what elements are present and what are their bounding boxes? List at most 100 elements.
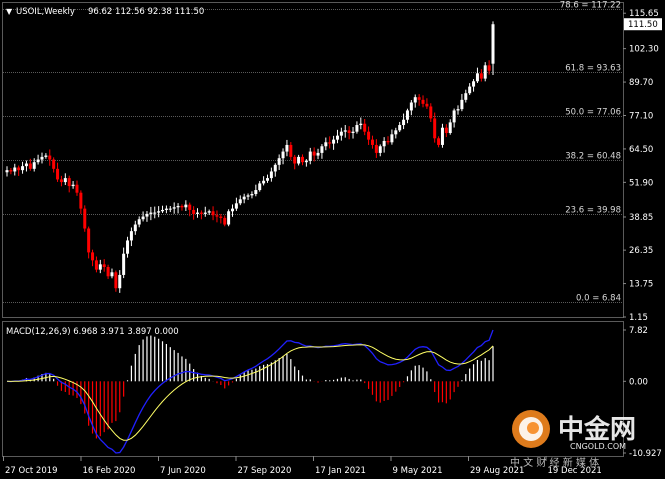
price-tick-label: 64.50 [629, 145, 653, 155]
candle-body [13, 167, 17, 172]
candle-body [355, 125, 359, 132]
candle-body [98, 264, 102, 270]
candle-body [487, 65, 491, 71]
candle-body [118, 274, 122, 289]
candle-body [63, 178, 67, 183]
candle-body [246, 195, 250, 197]
candle-body [5, 170, 9, 173]
candle-body [238, 199, 242, 204]
candle-body [129, 231, 133, 241]
candle-body [110, 272, 114, 277]
macd-line [6, 329, 494, 454]
candle-body [297, 156, 301, 164]
candle-body [417, 97, 421, 100]
candle-body [316, 152, 320, 156]
candle-body [464, 93, 468, 100]
macd-tick-label: 0.00 [629, 377, 648, 387]
fib-level-label: 50.0 = 77.06 [565, 108, 621, 118]
candle-body [133, 224, 137, 232]
time-tick-label: 16 Feb 2020 [83, 466, 136, 476]
time-tick-label: 9 May 2021 [393, 466, 443, 476]
candle-body [351, 131, 355, 134]
candle-body [281, 151, 285, 159]
candle-body [468, 86, 472, 94]
candle-body [398, 125, 402, 131]
price-tick-label: 26.35 [629, 246, 653, 256]
candle-body [172, 207, 176, 209]
candle-body [456, 109, 460, 111]
candle-body [106, 266, 110, 277]
candle-body [405, 110, 409, 120]
price-axis: 115.65 102.30 89.70 77.10 64.50 51.90 38.85 26.… [623, 9, 662, 323]
fib-level-label: 78.6 = 117.22 [560, 1, 621, 11]
candle-body [126, 240, 130, 254]
candle-body [285, 144, 289, 152]
candle-body [168, 208, 172, 210]
candle-body [32, 162, 36, 169]
candle-body [75, 184, 79, 193]
candle-body [440, 127, 444, 145]
candle-body [475, 73, 479, 82]
candle-body [437, 138, 441, 145]
candle-body [359, 123, 363, 126]
candle-body [164, 208, 168, 210]
candle-body [425, 103, 429, 107]
candle-body [269, 171, 273, 179]
candle-body [157, 211, 161, 213]
candle-body [17, 167, 21, 171]
candle-body [483, 65, 487, 79]
price-tick-label: 115.65 [629, 9, 659, 19]
watermark: 中金网 CNGOLD.COM 中 文 财 经 新 媒 体 [504, 402, 664, 472]
candle-body [56, 168, 60, 180]
candle-body [382, 140, 386, 147]
candle-body [293, 156, 297, 164]
candle-body [48, 155, 52, 160]
candle-body [219, 216, 223, 218]
candle-body [24, 163, 28, 167]
candle-body [9, 170, 13, 172]
price-tick-label: 38.85 [629, 213, 653, 223]
price-tick-label: 102.30 [629, 45, 659, 55]
candle-body [433, 118, 437, 139]
fib-level-label: 61.8 = 93.63 [565, 64, 621, 74]
macd-tick-label: 7.82 [629, 326, 648, 336]
candle-body [472, 81, 476, 87]
candle-body [413, 97, 417, 103]
candle-body [265, 178, 269, 181]
candle-body [386, 140, 390, 143]
candle-body [21, 166, 25, 171]
price-tick-label: 89.70 [629, 78, 653, 88]
candle-body [94, 260, 98, 270]
candle-body [402, 119, 406, 126]
candle-body [102, 264, 106, 267]
candle-body [207, 211, 211, 213]
candle-body [137, 219, 141, 225]
chart-title-arrow-icon[interactable]: ▼ [6, 7, 13, 16]
candle-body [335, 135, 339, 140]
candle-body [87, 228, 91, 253]
candle-body [460, 99, 464, 110]
candle-body [409, 102, 413, 111]
price-tick-label: 1.15 [629, 313, 648, 323]
candle-body [332, 139, 336, 144]
candle-body [83, 208, 87, 229]
candle-body [215, 215, 219, 217]
candle-body [227, 211, 231, 225]
candle-body [448, 122, 452, 134]
chart-title: USOIL,Weekly [16, 7, 75, 17]
time-tick-label: 7 Jun 2020 [160, 466, 206, 476]
watermark-tagline: 中 文 财 经 新 媒 体 [510, 456, 599, 469]
candle-body [203, 212, 207, 214]
candle-body [234, 203, 238, 209]
candle-body [308, 151, 312, 161]
candle-body [312, 151, 316, 156]
candle-body [40, 156, 44, 160]
candle-body [277, 158, 281, 165]
candle-body [122, 253, 126, 275]
candle-body [367, 131, 371, 140]
watermark-site: CNGOLD.COM [570, 442, 626, 451]
candle-body [250, 194, 254, 196]
candlestick-series [5, 21, 495, 293]
price-tick-label: 77.10 [629, 111, 653, 121]
candle-body [300, 156, 304, 163]
